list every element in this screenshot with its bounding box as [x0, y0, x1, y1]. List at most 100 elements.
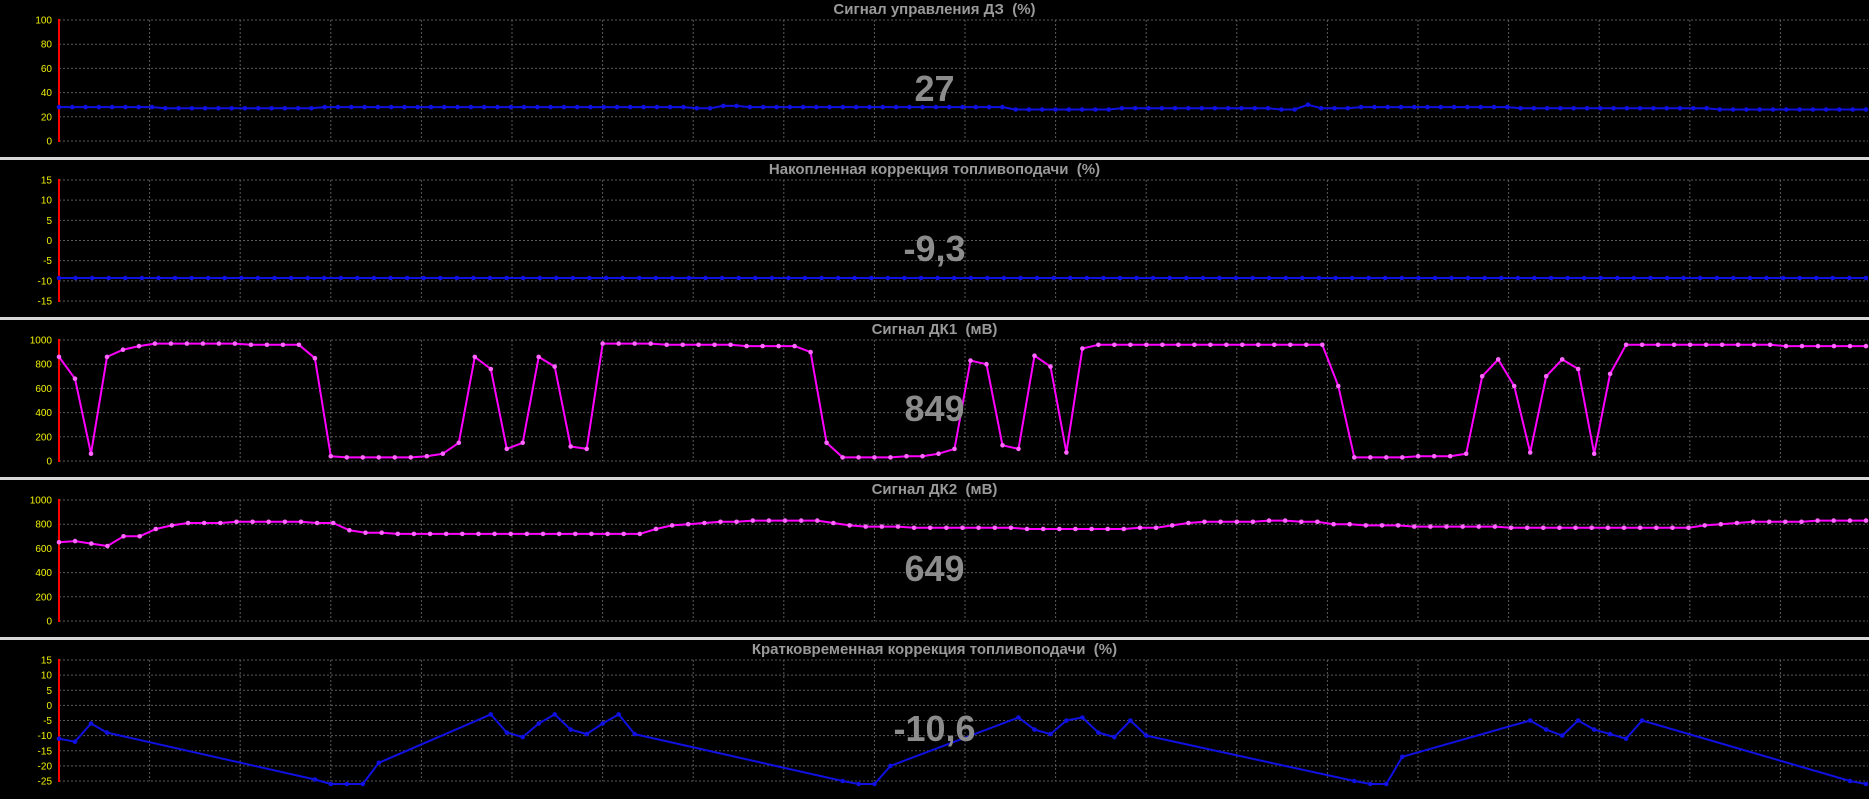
data-point — [392, 455, 398, 460]
data-point — [1272, 342, 1277, 348]
data-point — [600, 341, 605, 346]
data-point — [282, 519, 288, 525]
data-point — [1331, 521, 1336, 527]
data-point — [879, 524, 885, 529]
y-tick-label: 5 — [46, 216, 52, 227]
data-point — [888, 455, 893, 460]
data-point — [488, 366, 494, 372]
y-tick-label: 0 — [46, 137, 52, 148]
data-point — [1336, 383, 1341, 389]
data-point — [776, 343, 781, 349]
data-point — [712, 342, 717, 348]
data-point — [344, 781, 350, 787]
data-point — [1428, 524, 1433, 529]
data-point — [616, 341, 621, 346]
data-point — [1333, 275, 1338, 281]
data-point — [248, 342, 254, 348]
data-point — [1080, 346, 1085, 351]
current-value: -10,6 — [893, 708, 976, 749]
data-point — [1416, 275, 1421, 281]
data-point — [371, 275, 377, 281]
data-point — [1764, 275, 1769, 281]
data-point — [1412, 524, 1417, 529]
data-point — [992, 525, 998, 531]
data-point — [1153, 525, 1159, 531]
charts-stack: 100 80 60 40 20 0 Сигнал управления ДЗ (%) 27… — [0, 0, 1869, 799]
data-point — [222, 275, 228, 281]
data-point — [1499, 275, 1504, 281]
data-point — [1128, 342, 1133, 348]
data-point — [1605, 525, 1611, 531]
data-point — [702, 520, 707, 526]
data-point — [232, 341, 238, 346]
data-point — [1702, 523, 1707, 528]
current-value: 27 — [914, 68, 955, 109]
data-point — [1575, 366, 1581, 372]
data-point — [824, 440, 829, 446]
o2-sensor-2-chart-panel: 1000 800 600 400 200 0 Сигнал ДК2 (мВ) 649 — [0, 480, 1869, 637]
data-point — [696, 342, 701, 348]
data-point — [205, 275, 211, 281]
data-point — [328, 453, 334, 459]
data-point — [355, 275, 360, 281]
data-point — [918, 275, 924, 281]
data-point — [1288, 342, 1293, 348]
data-point — [936, 451, 941, 456]
data-point — [321, 275, 327, 281]
data-point — [347, 528, 352, 533]
data-point — [471, 275, 476, 281]
data-point — [200, 341, 206, 346]
data-point — [1615, 275, 1620, 281]
data-point — [1032, 353, 1037, 358]
data-point — [1048, 364, 1053, 369]
data-point — [1018, 275, 1023, 281]
data-point — [1589, 525, 1594, 531]
data-point — [454, 275, 460, 281]
data-point — [1831, 518, 1836, 523]
chart-title: Накопленная коррекция топливоподачи (%) — [768, 161, 1101, 178]
data-point — [573, 531, 578, 537]
data-point — [1234, 519, 1240, 525]
data-point — [1565, 275, 1570, 281]
data-point — [840, 455, 845, 460]
data-point — [1001, 275, 1007, 281]
data-point — [1830, 275, 1836, 281]
data-point — [1482, 275, 1487, 281]
data-point — [56, 540, 62, 545]
data-point — [404, 275, 410, 281]
data-point — [636, 275, 642, 281]
data-point — [632, 341, 637, 346]
data-point — [1447, 453, 1453, 459]
data-point — [1000, 443, 1005, 448]
data-point — [89, 541, 94, 546]
chart-title: Сигнал управления ДЗ (%) — [833, 1, 1036, 18]
long-term-fuel-trim-chart-panel: 15 10 5 0 -5 -10 -15 Накопленная коррекция топ… — [0, 160, 1869, 317]
data-point — [1463, 451, 1469, 456]
data-point — [312, 355, 318, 361]
data-point — [1016, 446, 1021, 452]
data-point — [1368, 455, 1373, 460]
y-tick-label: 200 — [35, 592, 52, 603]
data-point — [1250, 519, 1256, 525]
data-point — [421, 275, 427, 281]
data-point — [951, 275, 957, 281]
data-point — [476, 531, 481, 537]
data-point — [456, 440, 462, 446]
data-point — [1815, 518, 1820, 523]
data-point — [835, 275, 841, 281]
data-point — [1167, 275, 1172, 281]
data-point — [72, 538, 78, 544]
data-point — [888, 763, 893, 769]
data-point — [120, 347, 126, 352]
data-point — [1096, 342, 1101, 348]
data-point — [105, 543, 110, 549]
data-point — [1316, 275, 1322, 281]
data-point — [184, 341, 190, 346]
data-point — [520, 440, 525, 446]
data-point — [1192, 342, 1197, 348]
data-point — [438, 275, 443, 281]
data-point — [736, 275, 741, 281]
data-point — [1543, 374, 1549, 379]
data-point — [1366, 275, 1371, 281]
data-point — [1112, 342, 1117, 348]
